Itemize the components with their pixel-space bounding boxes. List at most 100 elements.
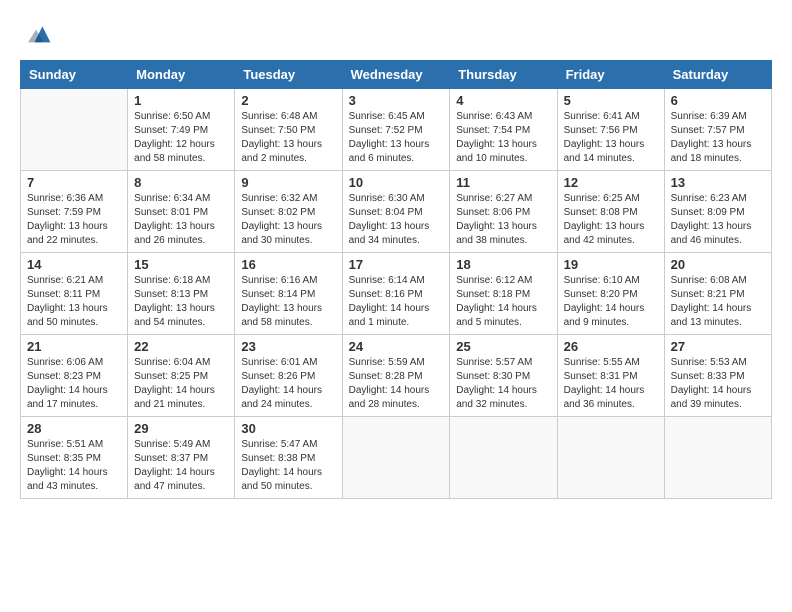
calendar-cell: 10 Sunrise: 6:30 AMSunset: 8:04 PMDayligh… — [342, 171, 450, 253]
day-number: 9 — [241, 175, 335, 190]
day-info: Sunrise: 6:50 AMSunset: 7:49 PMDaylight:… — [134, 110, 228, 166]
day-info: Sunrise: 6:43 AMSunset: 7:54 PMDaylight:… — [456, 110, 550, 166]
day-info: Sunrise: 5:55 AMSunset: 8:31 PMDaylight:… — [564, 356, 658, 412]
calendar-cell: 16 Sunrise: 6:16 AMSunset: 8:14 PMDayligh… — [235, 253, 342, 335]
day-number: 8 — [134, 175, 228, 190]
day-number: 7 — [27, 175, 121, 190]
day-number: 10 — [349, 175, 444, 190]
calendar-week-row: 7 Sunrise: 6:36 AMSunset: 7:59 PMDaylight… — [21, 171, 772, 253]
calendar-cell: 20 Sunrise: 6:08 AMSunset: 8:21 PMDayligh… — [664, 253, 771, 335]
day-info: Sunrise: 6:23 AMSunset: 8:09 PMDaylight:… — [671, 192, 765, 248]
day-number: 20 — [671, 257, 765, 272]
calendar-table: SundayMondayTuesdayWednesdayThursdayFrid… — [20, 60, 772, 499]
day-number: 19 — [564, 257, 658, 272]
calendar-cell: 4 Sunrise: 6:43 AMSunset: 7:54 PMDaylight… — [450, 89, 557, 171]
day-info: Sunrise: 6:10 AMSunset: 8:20 PMDaylight:… — [564, 274, 658, 330]
day-info: Sunrise: 6:45 AMSunset: 7:52 PMDaylight:… — [349, 110, 444, 166]
day-info: Sunrise: 6:08 AMSunset: 8:21 PMDaylight:… — [671, 274, 765, 330]
day-info: Sunrise: 6:04 AMSunset: 8:25 PMDaylight:… — [134, 356, 228, 412]
calendar-cell: 5 Sunrise: 6:41 AMSunset: 7:56 PMDaylight… — [557, 89, 664, 171]
day-number: 5 — [564, 93, 658, 108]
day-info: Sunrise: 6:06 AMSunset: 8:23 PMDaylight:… — [27, 356, 121, 412]
calendar-cell — [557, 417, 664, 499]
calendar-cell: 28Sunrise: 5:51 AMSunset: 8:35 PMDayligh… — [21, 417, 128, 499]
logo — [20, 20, 56, 52]
calendar-cell: 25 Sunrise: 5:57 AMSunset: 8:30 PMDayligh… — [450, 335, 557, 417]
day-number: 13 — [671, 175, 765, 190]
day-info: Sunrise: 6:27 AMSunset: 8:06 PMDaylight:… — [456, 192, 550, 248]
calendar-header-row: SundayMondayTuesdayWednesdayThursdayFrid… — [21, 61, 772, 89]
day-of-week-header: Thursday — [450, 61, 557, 89]
calendar-week-row: 28Sunrise: 5:51 AMSunset: 8:35 PMDayligh… — [21, 417, 772, 499]
day-number: 6 — [671, 93, 765, 108]
day-of-week-header: Wednesday — [342, 61, 450, 89]
calendar-cell: 8 Sunrise: 6:34 AMSunset: 8:01 PMDaylight… — [128, 171, 235, 253]
calendar-cell: 22 Sunrise: 6:04 AMSunset: 8:25 PMDayligh… — [128, 335, 235, 417]
calendar-cell — [450, 417, 557, 499]
calendar-cell: 19 Sunrise: 6:10 AMSunset: 8:20 PMDayligh… — [557, 253, 664, 335]
day-info: Sunrise: 6:30 AMSunset: 8:04 PMDaylight:… — [349, 192, 444, 248]
day-number: 30 — [241, 421, 335, 436]
calendar-cell: 13 Sunrise: 6:23 AMSunset: 8:09 PMDayligh… — [664, 171, 771, 253]
day-info: Sunrise: 6:48 AMSunset: 7:50 PMDaylight:… — [241, 110, 335, 166]
calendar-cell — [21, 89, 128, 171]
day-of-week-header: Monday — [128, 61, 235, 89]
calendar-week-row: 1Sunrise: 6:50 AMSunset: 7:49 PMDaylight… — [21, 89, 772, 171]
day-number: 11 — [456, 175, 550, 190]
day-info: Sunrise: 6:34 AMSunset: 8:01 PMDaylight:… — [134, 192, 228, 248]
calendar-cell: 23 Sunrise: 6:01 AMSunset: 8:26 PMDayligh… — [235, 335, 342, 417]
day-info: Sunrise: 6:39 AMSunset: 7:57 PMDaylight:… — [671, 110, 765, 166]
day-number: 24 — [349, 339, 444, 354]
calendar-week-row: 14 Sunrise: 6:21 AMSunset: 8:11 PMDayligh… — [21, 253, 772, 335]
day-number: 18 — [456, 257, 550, 272]
day-of-week-header: Tuesday — [235, 61, 342, 89]
calendar-cell: 1Sunrise: 6:50 AMSunset: 7:49 PMDaylight… — [128, 89, 235, 171]
day-info: Sunrise: 5:57 AMSunset: 8:30 PMDaylight:… — [456, 356, 550, 412]
calendar-cell: 6 Sunrise: 6:39 AMSunset: 7:57 PMDaylight… — [664, 89, 771, 171]
day-info: Sunrise: 6:32 AMSunset: 8:02 PMDaylight:… — [241, 192, 335, 248]
calendar-cell: 26Sunrise: 5:55 AMSunset: 8:31 PMDayligh… — [557, 335, 664, 417]
calendar-cell: 27 Sunrise: 5:53 AMSunset: 8:33 PMDayligh… — [664, 335, 771, 417]
day-number: 3 — [349, 93, 444, 108]
calendar-cell: 11 Sunrise: 6:27 AMSunset: 8:06 PMDayligh… — [450, 171, 557, 253]
day-info: Sunrise: 6:21 AMSunset: 8:11 PMDaylight:… — [27, 274, 121, 330]
calendar-cell: 24 Sunrise: 5:59 AMSunset: 8:28 PMDayligh… — [342, 335, 450, 417]
calendar-cell — [664, 417, 771, 499]
day-number: 29 — [134, 421, 228, 436]
day-number: 14 — [27, 257, 121, 272]
day-info: Sunrise: 6:41 AMSunset: 7:56 PMDaylight:… — [564, 110, 658, 166]
calendar-cell: 29 Sunrise: 5:49 AMSunset: 8:37 PMDayligh… — [128, 417, 235, 499]
day-number: 2 — [241, 93, 335, 108]
calendar-cell: 21 Sunrise: 6:06 AMSunset: 8:23 PMDayligh… — [21, 335, 128, 417]
day-info: Sunrise: 6:01 AMSunset: 8:26 PMDaylight:… — [241, 356, 335, 412]
day-number: 28 — [27, 421, 121, 436]
day-number: 17 — [349, 257, 444, 272]
day-of-week-header: Friday — [557, 61, 664, 89]
day-info: Sunrise: 5:53 AMSunset: 8:33 PMDaylight:… — [671, 356, 765, 412]
calendar-cell: 18Sunrise: 6:12 AMSunset: 8:18 PMDayligh… — [450, 253, 557, 335]
day-info: Sunrise: 6:14 AMSunset: 8:16 PMDaylight:… — [349, 274, 444, 330]
day-number: 16 — [241, 257, 335, 272]
day-info: Sunrise: 6:16 AMSunset: 8:14 PMDaylight:… — [241, 274, 335, 330]
calendar-week-row: 21 Sunrise: 6:06 AMSunset: 8:23 PMDayligh… — [21, 335, 772, 417]
day-info: Sunrise: 5:47 AMSunset: 8:38 PMDaylight:… — [241, 438, 335, 494]
calendar-cell — [342, 417, 450, 499]
day-number: 22 — [134, 339, 228, 354]
day-number: 21 — [27, 339, 121, 354]
calendar-cell: 17 Sunrise: 6:14 AMSunset: 8:16 PMDayligh… — [342, 253, 450, 335]
calendar-cell: 9 Sunrise: 6:32 AMSunset: 8:02 PMDaylight… — [235, 171, 342, 253]
day-info: Sunrise: 6:36 AMSunset: 7:59 PMDaylight:… — [27, 192, 121, 248]
day-info: Sunrise: 6:25 AMSunset: 8:08 PMDaylight:… — [564, 192, 658, 248]
day-info: Sunrise: 5:49 AMSunset: 8:37 PMDaylight:… — [134, 438, 228, 494]
day-of-week-header: Sunday — [21, 61, 128, 89]
calendar-cell: 12Sunrise: 6:25 AMSunset: 8:08 PMDayligh… — [557, 171, 664, 253]
day-number: 23 — [241, 339, 335, 354]
day-info: Sunrise: 6:18 AMSunset: 8:13 PMDaylight:… — [134, 274, 228, 330]
day-number: 4 — [456, 93, 550, 108]
day-info: Sunrise: 5:59 AMSunset: 8:28 PMDaylight:… — [349, 356, 444, 412]
day-number: 15 — [134, 257, 228, 272]
calendar-cell: 3 Sunrise: 6:45 AMSunset: 7:52 PMDaylight… — [342, 89, 450, 171]
calendar-cell: 7 Sunrise: 6:36 AMSunset: 7:59 PMDaylight… — [21, 171, 128, 253]
day-number: 25 — [456, 339, 550, 354]
day-number: 27 — [671, 339, 765, 354]
